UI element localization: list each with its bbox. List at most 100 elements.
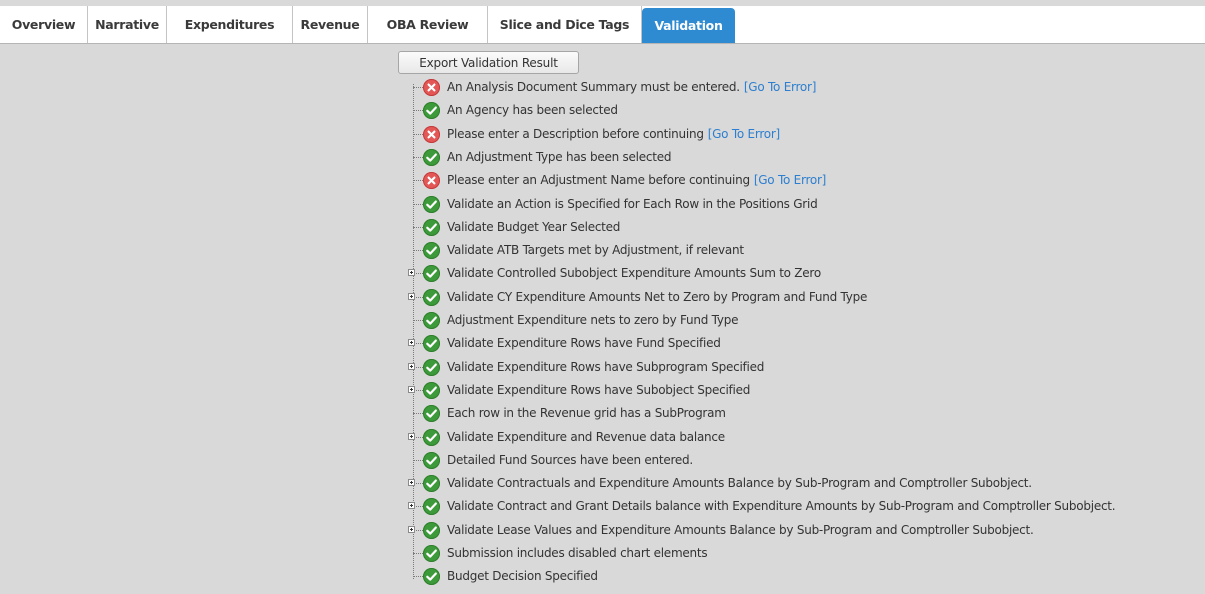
- tab-revenue[interactable]: Revenue: [293, 6, 368, 43]
- validation-item-text: Validate Expenditure Rows have Fund Spec…: [447, 336, 721, 350]
- check-circle-icon: [423, 149, 440, 166]
- check-circle-icon: [423, 429, 440, 446]
- error-x-circle-icon: [423, 79, 440, 96]
- check-circle-icon: [423, 568, 440, 585]
- validation-item-label: Detailed Fund Sources have been entered.: [447, 449, 693, 472]
- validation-item: Validate Expenditure and Revenue data ba…: [398, 426, 1205, 449]
- validation-item-label: Please enter an Adjustment Name before c…: [447, 169, 826, 192]
- check-circle-icon: [423, 382, 440, 399]
- check-circle-icon: [423, 359, 440, 376]
- check-circle-icon: [423, 219, 440, 236]
- validation-item: Validate Expenditure Rows have Subprogra…: [398, 356, 1205, 379]
- validation-item: Validate Lease Values and Expenditure Am…: [398, 519, 1205, 542]
- validation-item-text: Please enter a Description before contin…: [447, 127, 704, 141]
- validation-item-text: Validate Controlled Subobject Expenditur…: [447, 266, 821, 280]
- error-x-circle-icon: [423, 172, 440, 189]
- expand-plus-icon[interactable]: [408, 293, 415, 300]
- validation-item-text: Validate Expenditure Rows have Subprogra…: [447, 360, 765, 374]
- expand-plus-icon[interactable]: [408, 339, 415, 346]
- expand-plus-icon[interactable]: [408, 526, 415, 533]
- validation-item-label: Validate Lease Values and Expenditure Am…: [447, 519, 1034, 542]
- validation-item: An Adjustment Type has been selected: [398, 146, 1205, 169]
- validation-item: Submission includes disabled chart eleme…: [398, 542, 1205, 565]
- tab-oba-review[interactable]: OBA Review: [368, 6, 488, 43]
- validation-item-text: An Adjustment Type has been selected: [447, 150, 672, 164]
- validation-item-text: Validate an Action is Specified for Each…: [447, 197, 818, 211]
- validation-item-text: Validate Contract and Grant Details bala…: [447, 499, 1116, 513]
- validation-item: Validate Controlled Subobject Expenditur…: [398, 262, 1205, 285]
- expand-plus-icon[interactable]: [408, 363, 415, 370]
- expand-plus-icon[interactable]: [408, 386, 415, 393]
- tree-branch-line: [413, 87, 423, 88]
- check-circle-icon: [423, 102, 440, 119]
- validation-item: Each row in the Revenue grid has a SubPr…: [398, 402, 1205, 425]
- validation-item-label: An Analysis Document Summary must be ent…: [447, 76, 816, 99]
- validation-item-label: Each row in the Revenue grid has a SubPr…: [447, 402, 726, 425]
- validation-item-label: Validate Expenditure and Revenue data ba…: [447, 426, 725, 449]
- validation-item-label: Submission includes disabled chart eleme…: [447, 542, 708, 565]
- tree-branch-line: [413, 157, 423, 158]
- go-to-error-link[interactable]: [Go To Error]: [744, 80, 817, 94]
- check-circle-icon: [423, 498, 440, 515]
- validation-item-label: Validate ATB Targets met by Adjustment, …: [447, 239, 744, 262]
- validation-item: Validate Expenditure Rows have Fund Spec…: [398, 332, 1205, 355]
- check-circle-icon: [423, 475, 440, 492]
- tree-branch-line: [413, 227, 423, 228]
- tree-branch-line: [413, 204, 423, 205]
- validation-item-label: Validate Controlled Subobject Expenditur…: [447, 262, 821, 285]
- tree-branch-line: [413, 110, 423, 111]
- validation-item-label: An Agency has been selected: [447, 99, 618, 122]
- validation-item-text: Each row in the Revenue grid has a SubPr…: [447, 406, 726, 420]
- validation-item: Please enter an Adjustment Name before c…: [398, 169, 1205, 192]
- validation-item: Validate Budget Year Selected: [398, 216, 1205, 239]
- validation-item-label: Validate Contract and Grant Details bala…: [447, 495, 1116, 518]
- validation-item-label: An Adjustment Type has been selected: [447, 146, 671, 169]
- validation-item-text: Submission includes disabled chart eleme…: [447, 546, 708, 560]
- validation-item-label: Validate CY Expenditure Amounts Net to Z…: [447, 286, 867, 309]
- validation-item-text: Budget Decision Specified: [447, 569, 598, 583]
- tab-expenditures[interactable]: Expenditures: [167, 6, 293, 43]
- go-to-error-link[interactable]: [Go To Error]: [754, 173, 827, 187]
- tab-validation[interactable]: Validation: [642, 8, 735, 43]
- expand-plus-icon[interactable]: [408, 269, 415, 276]
- check-circle-icon: [423, 335, 440, 352]
- tab-slice-and-dice-tags[interactable]: Slice and Dice Tags: [488, 6, 642, 43]
- check-circle-icon: [423, 522, 440, 539]
- expand-plus-icon[interactable]: [408, 433, 415, 440]
- check-circle-icon: [423, 289, 440, 306]
- validation-item-label: Adjustment Expenditure nets to zero by F…: [447, 309, 739, 332]
- validation-item-text: Validate ATB Targets met by Adjustment, …: [447, 243, 744, 257]
- check-circle-icon: [423, 452, 440, 469]
- go-to-error-link[interactable]: [Go To Error]: [708, 127, 781, 141]
- tree-branch-line: [413, 576, 423, 577]
- validation-item: Validate CY Expenditure Amounts Net to Z…: [398, 286, 1205, 309]
- validation-item-text: Validate Expenditure and Revenue data ba…: [447, 430, 725, 444]
- validation-item-text: An Analysis Document Summary must be ent…: [447, 80, 740, 94]
- tree-branch-line: [413, 180, 423, 181]
- validation-item-label: Validate Expenditure Rows have Subprogra…: [447, 356, 764, 379]
- validation-item-label: Validate Expenditure Rows have Subobject…: [447, 379, 750, 402]
- tab-bar: Overview Narrative Expenditures Revenue …: [0, 6, 1205, 44]
- check-circle-icon: [423, 405, 440, 422]
- tree-branch-line: [413, 250, 423, 251]
- tab-overview[interactable]: Overview: [0, 6, 88, 43]
- validation-item: Adjustment Expenditure nets to zero by F…: [398, 309, 1205, 332]
- validation-item-text: Validate Contractuals and Expenditure Am…: [447, 476, 1032, 490]
- expand-plus-icon[interactable]: [408, 479, 415, 486]
- check-circle-icon: [423, 545, 440, 562]
- validation-item-label: Validate Budget Year Selected: [447, 216, 620, 239]
- tree-branch-line: [413, 134, 423, 135]
- check-circle-icon: [423, 196, 440, 213]
- validation-item-text: Validate CY Expenditure Amounts Net to Z…: [447, 290, 868, 304]
- validation-item-label: Validate Contractuals and Expenditure Am…: [447, 472, 1032, 495]
- export-validation-result-button[interactable]: Export Validation Result: [398, 51, 579, 74]
- error-x-circle-icon: [423, 126, 440, 143]
- tree-branch-line: [413, 460, 423, 461]
- tab-narrative[interactable]: Narrative: [88, 6, 167, 43]
- expand-plus-icon[interactable]: [408, 502, 415, 509]
- tree-branch-line: [413, 320, 423, 321]
- validation-item-text: Validate Lease Values and Expenditure Am…: [447, 523, 1034, 537]
- validation-item-label: Please enter a Description before contin…: [447, 123, 780, 146]
- validation-item: An Analysis Document Summary must be ent…: [398, 76, 1205, 99]
- validation-item: Budget Decision Specified: [398, 565, 1205, 588]
